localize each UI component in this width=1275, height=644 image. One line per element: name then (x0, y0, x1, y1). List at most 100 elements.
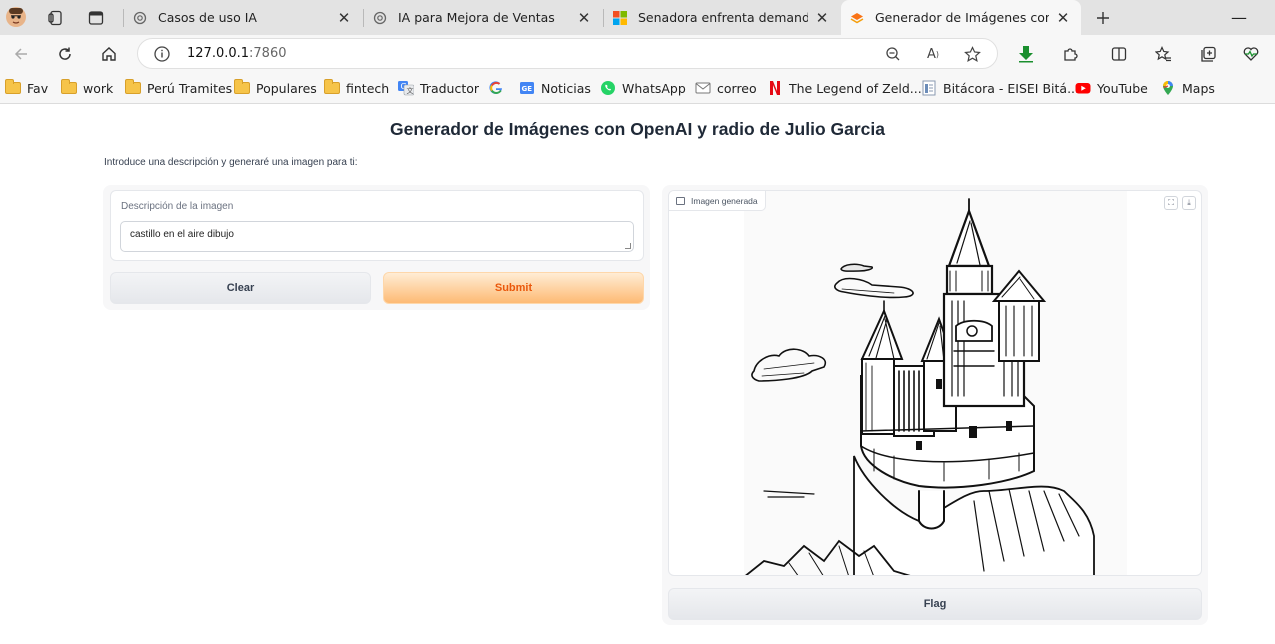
tab-title: Senadora enfrenta demanda por (638, 10, 808, 25)
performance-icon[interactable] (1238, 41, 1264, 67)
clear-button[interactable]: Clear (110, 272, 371, 304)
openai-icon (372, 10, 388, 26)
folder-icon (324, 79, 340, 96)
home-icon[interactable] (96, 41, 122, 67)
flag-button[interactable]: Flag (668, 588, 1202, 620)
back-icon[interactable] (8, 41, 34, 67)
gradio-app: Generador de Imágenes con OpenAI y radio… (0, 105, 1275, 644)
tab-strip: Casos de uso IA ✕ IA para Mejora de Vent… (0, 0, 1275, 35)
description-label: Descripción de la imagen (121, 201, 234, 212)
bookmark-label: The Legend of Zeld... (789, 80, 922, 96)
read-aloud-icon[interactable]: A) (923, 44, 943, 64)
bookmark-zelda[interactable]: The Legend of Zeld... (767, 79, 922, 97)
bookmark-label: correo (717, 80, 757, 96)
tab-title: Casos de uso IA (158, 10, 257, 25)
whatsapp-icon (600, 80, 616, 96)
bookmark-youtube[interactable]: YouTube (1075, 79, 1148, 97)
bookmark-label: WhatsApp (622, 80, 686, 96)
address-bar[interactable]: 127.0.0.1:7860 A) (137, 38, 998, 69)
bookmark-label: Bitácora - EISEI Bitá... (943, 80, 1079, 96)
tab-title: IA para Mejora de Ventas (398, 10, 555, 25)
generated-image-card: Imagen generada ⛶ ⤓ (668, 190, 1202, 576)
tab-casos-de-uso[interactable]: Casos de uso IA ✕ (124, 0, 362, 35)
fullscreen-icon[interactable]: ⛶ (1164, 196, 1178, 210)
bookmark-whatsapp[interactable]: WhatsApp (600, 79, 686, 97)
bookmark-work[interactable]: work (61, 79, 113, 97)
url-text: 127.0.0.1:7860 (187, 46, 287, 61)
description-input[interactable]: castillo en el aire dibujo (120, 221, 634, 252)
folder-icon (125, 79, 141, 96)
bookmark-noticias[interactable]: GE Noticias (519, 79, 591, 97)
download-image-icon[interactable]: ⤓ (1182, 196, 1196, 210)
input-panel: Descripción de la imagen castillo en el … (103, 185, 650, 310)
new-tab-icon[interactable] (1091, 6, 1115, 30)
folder-icon (61, 79, 77, 96)
tab-ia-ventas[interactable]: IA para Mejora de Ventas ✕ (364, 0, 602, 35)
url-host: 127.0.0.1 (187, 46, 250, 61)
favorite-star-icon[interactable] (962, 44, 982, 64)
tab-senadora[interactable]: Senadora enfrenta demanda por ✕ (604, 0, 840, 35)
bookmark-fintech[interactable]: fintech (324, 79, 389, 97)
bookmark-label: Traductor (420, 80, 480, 96)
download-icon[interactable] (1013, 41, 1039, 67)
bookmark-label: Fav (27, 80, 49, 96)
close-tab-icon[interactable]: ✕ (336, 9, 352, 27)
refresh-icon[interactable] (52, 41, 78, 67)
close-tab-icon[interactable]: ✕ (1055, 9, 1071, 27)
minimize-icon[interactable]: — (1231, 8, 1247, 27)
microsoft-icon (612, 10, 628, 26)
castle-drawing-image (744, 191, 1127, 575)
netflix-icon (767, 80, 783, 96)
bookmarks-bar: Fav work Perú Tramites Populares fintech… (0, 72, 1275, 104)
image-label-text: Imagen generada (691, 195, 758, 206)
favorites-icon[interactable] (1150, 41, 1176, 67)
profile-avatar-icon[interactable] (4, 5, 28, 29)
collections-icon[interactable] (1195, 41, 1221, 67)
site-info-icon[interactable] (153, 45, 171, 63)
gradio-icon (849, 10, 865, 26)
google-icon (488, 80, 504, 96)
openai-icon (132, 10, 148, 26)
bookmark-populares[interactable]: Populares (234, 79, 317, 97)
tab-actions-icon[interactable] (84, 6, 108, 30)
close-tab-icon[interactable]: ✕ (576, 9, 592, 27)
image-icon (676, 196, 685, 205)
bookmark-label: fintech (346, 80, 390, 96)
intro-text: Introduce una descripción y generaré una… (104, 157, 358, 168)
tab-generador-imagenes[interactable]: Generador de Imágenes con Ope ✕ (841, 0, 1081, 35)
submit-button[interactable]: Submit (383, 272, 644, 304)
doc-icon (921, 80, 937, 96)
resize-handle-icon[interactable] (625, 243, 631, 249)
bookmark-maps[interactable]: Maps (1160, 79, 1215, 97)
workspaces-icon[interactable] (44, 6, 68, 30)
browser-toolbar: 127.0.0.1:7860 A) (0, 35, 1275, 72)
bookmark-peru-tramites[interactable]: Perú Tramites (125, 79, 232, 97)
bookmark-traductor[interactable]: G 文 Traductor (398, 79, 479, 97)
folder-icon (5, 79, 21, 96)
bookmark-label: work (83, 80, 114, 96)
google-news-icon: GE (519, 80, 535, 96)
zoom-out-icon[interactable] (883, 44, 903, 64)
output-panel: Imagen generada ⛶ ⤓ Flag (662, 185, 1208, 625)
url-port: :7860 (249, 46, 287, 61)
image-label: Imagen generada (669, 191, 766, 211)
bookmark-label: YouTube (1097, 80, 1148, 96)
bookmark-label: Perú Tramites (147, 80, 233, 96)
bookmark-google[interactable] (488, 79, 510, 97)
mail-icon (695, 80, 711, 96)
split-screen-icon[interactable] (1106, 41, 1132, 67)
bookmark-bitacora[interactable]: Bitácora - EISEI Bitá... (921, 79, 1079, 97)
bookmark-label: Noticias (541, 80, 591, 96)
svg-text:文: 文 (407, 86, 414, 95)
tab-title: Generador de Imágenes con Ope (875, 10, 1049, 25)
extensions-icon[interactable] (1057, 41, 1083, 67)
bookmark-fav[interactable]: Fav (5, 79, 48, 97)
folder-icon (234, 79, 250, 96)
youtube-icon (1075, 80, 1091, 96)
bookmark-label: Maps (1182, 80, 1215, 96)
translate-icon: G文 (398, 80, 414, 96)
maps-icon (1160, 80, 1176, 96)
close-tab-icon[interactable]: ✕ (814, 9, 830, 27)
bookmark-correo[interactable]: correo (695, 79, 757, 97)
svg-text:GE: GE (522, 85, 533, 93)
